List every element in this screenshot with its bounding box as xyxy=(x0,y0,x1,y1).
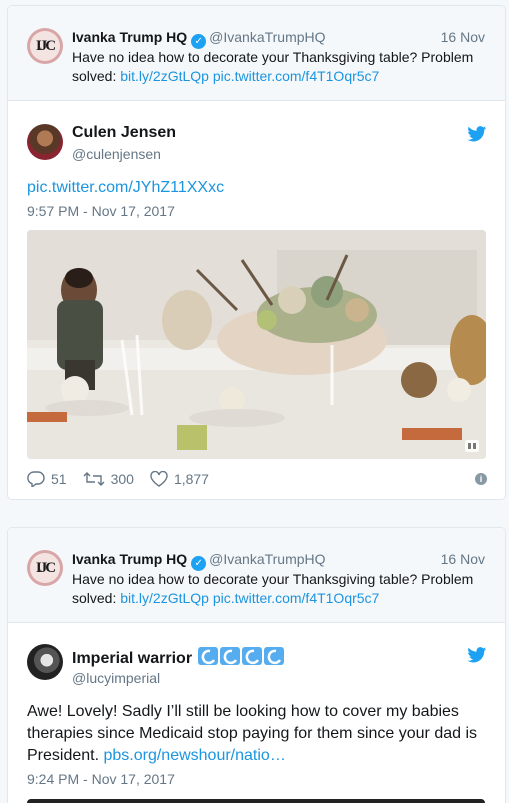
quoted-avatar-logo: IJC xyxy=(30,31,60,61)
quoted-author-name[interactable]: Ivanka Trump HQ xyxy=(72,551,187,567)
retweet-icon xyxy=(83,472,105,486)
quoted-link-short[interactable]: bit.ly/2zGtLQp xyxy=(120,68,209,84)
reply-icon xyxy=(27,471,45,487)
quoted-avatar[interactable]: IJC xyxy=(27,550,63,586)
author-name-text: Imperial warrior xyxy=(72,650,193,667)
quoted-link-short[interactable]: bit.ly/2zGtLQp xyxy=(120,590,209,606)
reply-count: 51 xyxy=(51,471,67,487)
quoted-avatar-logo: IJC xyxy=(30,553,60,583)
quoted-text: Have no idea how to decorate your Thanks… xyxy=(72,48,491,86)
wave-emoji-icon xyxy=(198,647,285,665)
quoted-author-name[interactable]: Ivanka Trump HQ xyxy=(72,29,187,45)
timestamp[interactable]: 9:24 PM - Nov 17, 2017 xyxy=(27,771,175,787)
like-action[interactable]: 1,877 xyxy=(150,471,209,487)
author-handle[interactable]: @culenjensen xyxy=(72,145,161,163)
quoted-tweet[interactable]: IJC Ivanka Trump HQ ✓ @IvankaTrumpHQ 16 No… xyxy=(8,6,505,101)
tweet-text: Awe! Lovely! Sadly I’ll still be looking… xyxy=(27,701,489,767)
retweet-count: 300 xyxy=(110,471,134,487)
quoted-avatar[interactable]: IJC xyxy=(27,28,63,64)
tweet-card[interactable]: IJC Ivanka Trump HQ ✓ @IvankaTrumpHQ 16 No… xyxy=(7,527,506,803)
timestamp[interactable]: 9:57 PM - Nov 17, 2017 xyxy=(27,203,175,219)
tweet-card[interactable]: IJC Ivanka Trump HQ ✓ @IvankaTrumpHQ 16 No… xyxy=(7,5,506,500)
verified-badge-icon: ✓ xyxy=(191,34,207,49)
avatar[interactable] xyxy=(27,644,63,680)
tweet-text: pic.twitter.com/JYhZ11XXxc xyxy=(27,177,489,199)
retweet-action[interactable]: 300 xyxy=(83,471,134,487)
quoted-date[interactable]: 16 Nov xyxy=(441,28,485,47)
quoted-link-pic[interactable]: pic.twitter.com/f4T1Oqr5c7 xyxy=(213,68,380,84)
heart-icon xyxy=(150,471,168,487)
quoted-tweet[interactable]: IJC Ivanka Trump HQ ✓ @IvankaTrumpHQ 16 No… xyxy=(8,528,505,623)
verified-badge-icon: ✓ xyxy=(191,556,207,571)
twitter-bird-icon[interactable] xyxy=(467,126,487,142)
author-name[interactable]: Culen Jensen xyxy=(72,123,176,143)
tweet-media-preview[interactable] xyxy=(27,799,485,803)
twitter-bird-icon[interactable] xyxy=(467,647,487,663)
tweet-link[interactable]: pic.twitter.com/JYhZ11XXxc xyxy=(27,179,224,196)
quoted-author-handle[interactable]: @IvankaTrumpHQ xyxy=(209,551,325,567)
quoted-text: Have no idea how to decorate your Thanks… xyxy=(72,570,491,608)
tweet-photo[interactable] xyxy=(27,230,486,459)
author-name[interactable]: Imperial warrior xyxy=(72,647,286,669)
reply-action[interactable]: 51 xyxy=(27,471,67,487)
tweet-actions: 51 300 1,877 i xyxy=(27,469,487,489)
quoted-author-handle[interactable]: @IvankaTrumpHQ xyxy=(209,29,325,45)
like-count: 1,877 xyxy=(173,471,209,487)
info-icon[interactable]: i xyxy=(475,473,487,485)
author-handle[interactable]: @lucyimperial xyxy=(72,669,160,687)
quoted-date[interactable]: 16 Nov xyxy=(441,550,485,569)
quoted-link-pic[interactable]: pic.twitter.com/f4T1Oqr5c7 xyxy=(213,590,380,606)
thanksgiving-table-photo xyxy=(27,230,486,459)
tweet-link[interactable]: pbs.org/newshour/natio… xyxy=(103,747,285,764)
avatar[interactable] xyxy=(27,124,63,160)
